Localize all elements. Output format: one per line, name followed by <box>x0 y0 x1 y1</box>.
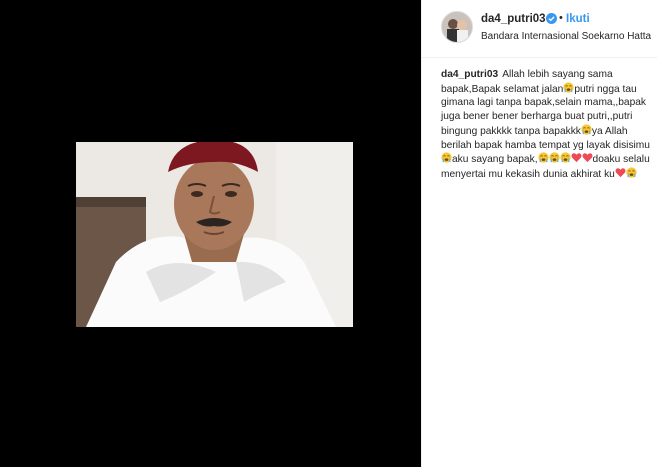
header-username[interactable]: da4_putri03 <box>481 13 546 25</box>
caption-segment: aku sayang bapak, <box>452 154 538 166</box>
crying-face-icon <box>441 152 452 163</box>
red-heart-icon <box>582 153 593 163</box>
crying-face-icon <box>537 152 549 163</box>
post-sidebar: da4_putri03 • Ikuti Bandara Internasiona… <box>421 0 657 467</box>
follow-button[interactable]: Ikuti <box>566 13 590 25</box>
post-header: da4_putri03 • Ikuti Bandara Internasiona… <box>422 0 657 58</box>
caption-username[interactable]: da4_putri03 <box>441 69 498 80</box>
post-media-panel <box>0 0 421 467</box>
post-caption: da4_putri03 Allah lebih sayang sama bapak… <box>441 68 651 182</box>
red-heart-icon <box>571 153 582 163</box>
crying-face-icon <box>563 82 574 93</box>
verified-badge-icon <box>546 13 557 24</box>
location-link[interactable]: Bandara Internasional Soekarno Hatta <box>481 31 651 42</box>
crying-face-icon <box>626 167 637 178</box>
man-portrait-image <box>76 142 353 327</box>
separator-dot: • <box>559 12 563 24</box>
red-heart-icon <box>615 168 626 178</box>
avatar-image <box>442 12 472 42</box>
crying-face-icon <box>581 124 592 135</box>
post-photo[interactable] <box>76 142 353 327</box>
profile-avatar[interactable] <box>441 11 473 43</box>
caption-text: Allah lebih sayang sama bapak,Bapak sela… <box>441 69 650 180</box>
crying-face-icon <box>559 152 571 163</box>
crying-face-icon <box>548 152 560 163</box>
